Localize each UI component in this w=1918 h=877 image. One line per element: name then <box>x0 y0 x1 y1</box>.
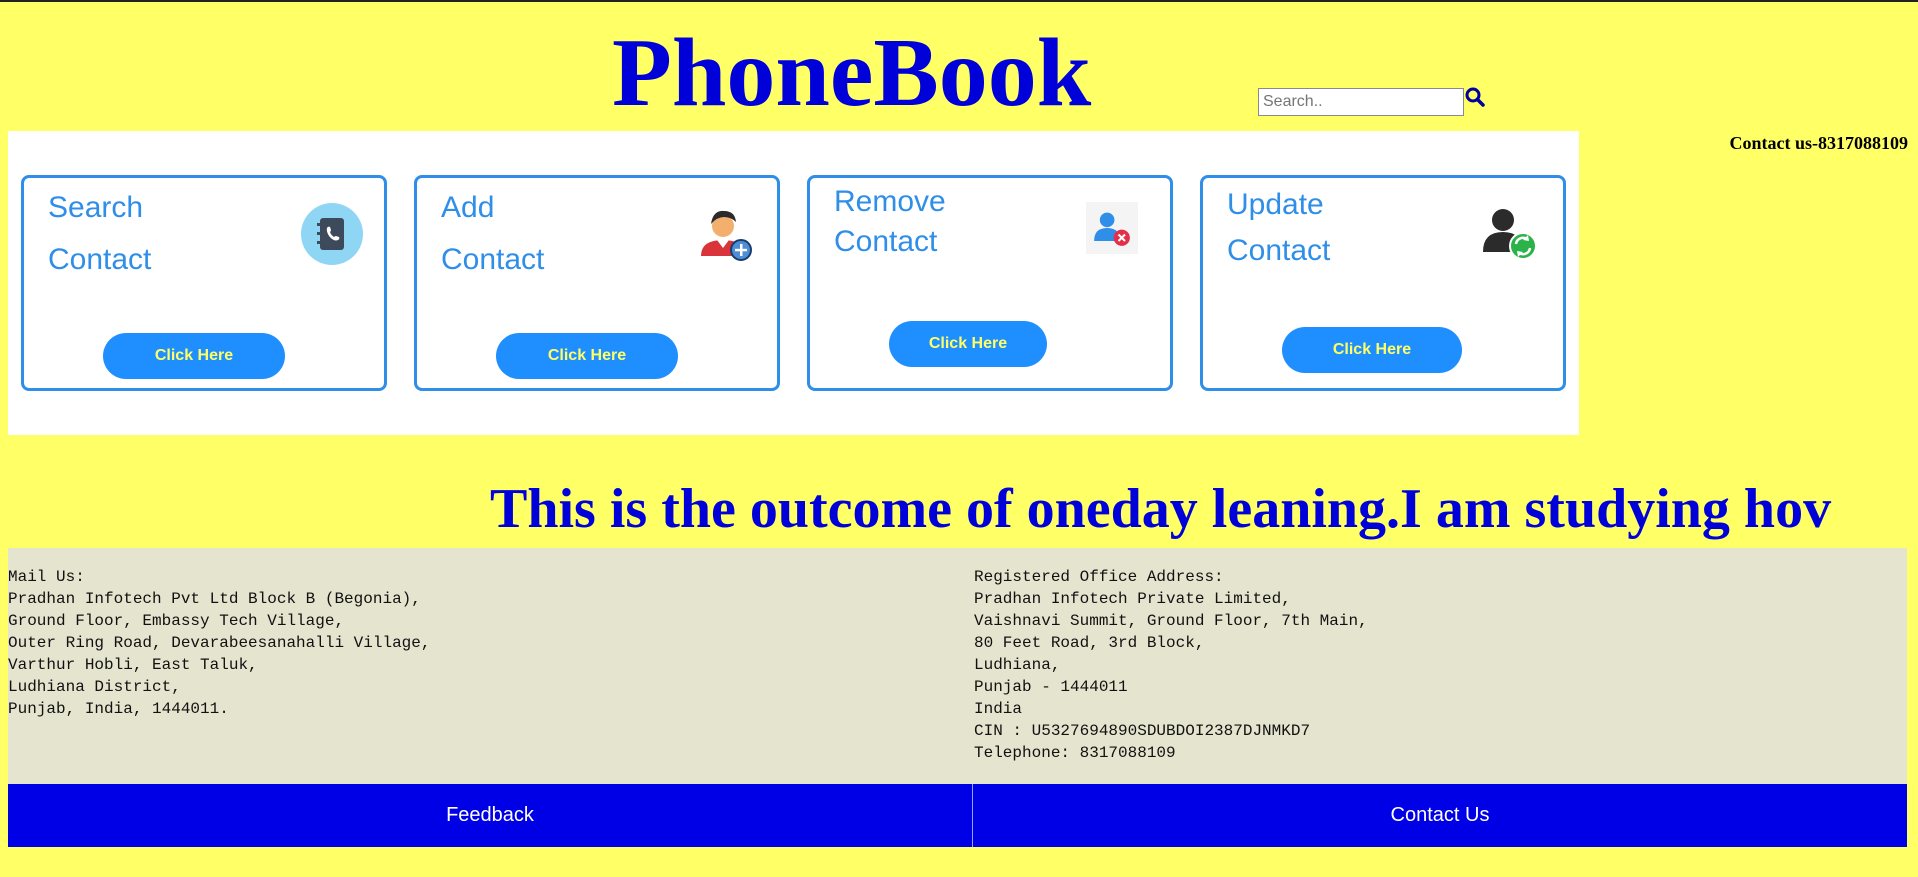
card-title-line1: Search <box>48 191 144 224</box>
card-title-line2: Contact <box>441 243 545 276</box>
add-contact-card: Add Contact Click Here <box>414 175 780 391</box>
search-button[interactable] <box>1464 86 1486 108</box>
feedback-link[interactable]: Feedback <box>8 784 972 847</box>
phonebook-icon <box>301 203 363 265</box>
card-title-line1: Remove <box>834 185 946 218</box>
page-title: PhoneBook <box>612 19 1092 127</box>
address-section: Mail Us: Pradhan Infotech Pvt Ltd Block … <box>8 548 1907 784</box>
footer-bar: Feedback Contact Us <box>8 784 1907 847</box>
card-title-line1: Add <box>441 191 495 224</box>
card-title: Search Contact <box>48 182 278 286</box>
add-contact-button[interactable]: Click Here <box>496 333 678 379</box>
actions-panel: Search Contact Click Here Add Contact Cl… <box>8 131 1579 435</box>
card-title: Update Contact <box>1227 182 1457 274</box>
remove-contact-button[interactable]: Click Here <box>889 321 1047 367</box>
search-input[interactable] <box>1258 88 1464 116</box>
update-contact-button[interactable]: Click Here <box>1282 327 1462 373</box>
search-icon <box>1465 87 1485 107</box>
card-title-line2: Contact <box>834 225 938 258</box>
registered-office-address: Registered Office Address: Pradhan Infot… <box>974 568 1368 762</box>
add-user-icon <box>701 210 752 261</box>
mail-address: Mail Us: Pradhan Infotech Pvt Ltd Block … <box>8 568 431 718</box>
card-title-line1: Update <box>1227 188 1324 221</box>
card-title-line2: Contact <box>1227 234 1331 267</box>
update-user-icon <box>1483 209 1537 260</box>
contact-us-link[interactable]: Contact Us <box>973 784 1907 847</box>
contact-us-phone: Contact us-8317088109 <box>1729 133 1909 153</box>
card-title: Remove Contact <box>834 182 1064 262</box>
card-title: Add Contact <box>441 182 671 286</box>
remove-user-icon <box>1086 202 1138 254</box>
search-contact-card: Search Contact Click Here <box>21 175 387 391</box>
remove-contact-card: Remove Contact Click Here <box>807 175 1173 391</box>
card-title-line2: Contact <box>48 243 152 276</box>
search-contact-button[interactable]: Click Here <box>103 333 285 379</box>
scrolling-marquee: This is the outcome of oneday leaning.I … <box>490 478 1832 540</box>
update-contact-card: Update Contact Click Here <box>1200 175 1566 391</box>
